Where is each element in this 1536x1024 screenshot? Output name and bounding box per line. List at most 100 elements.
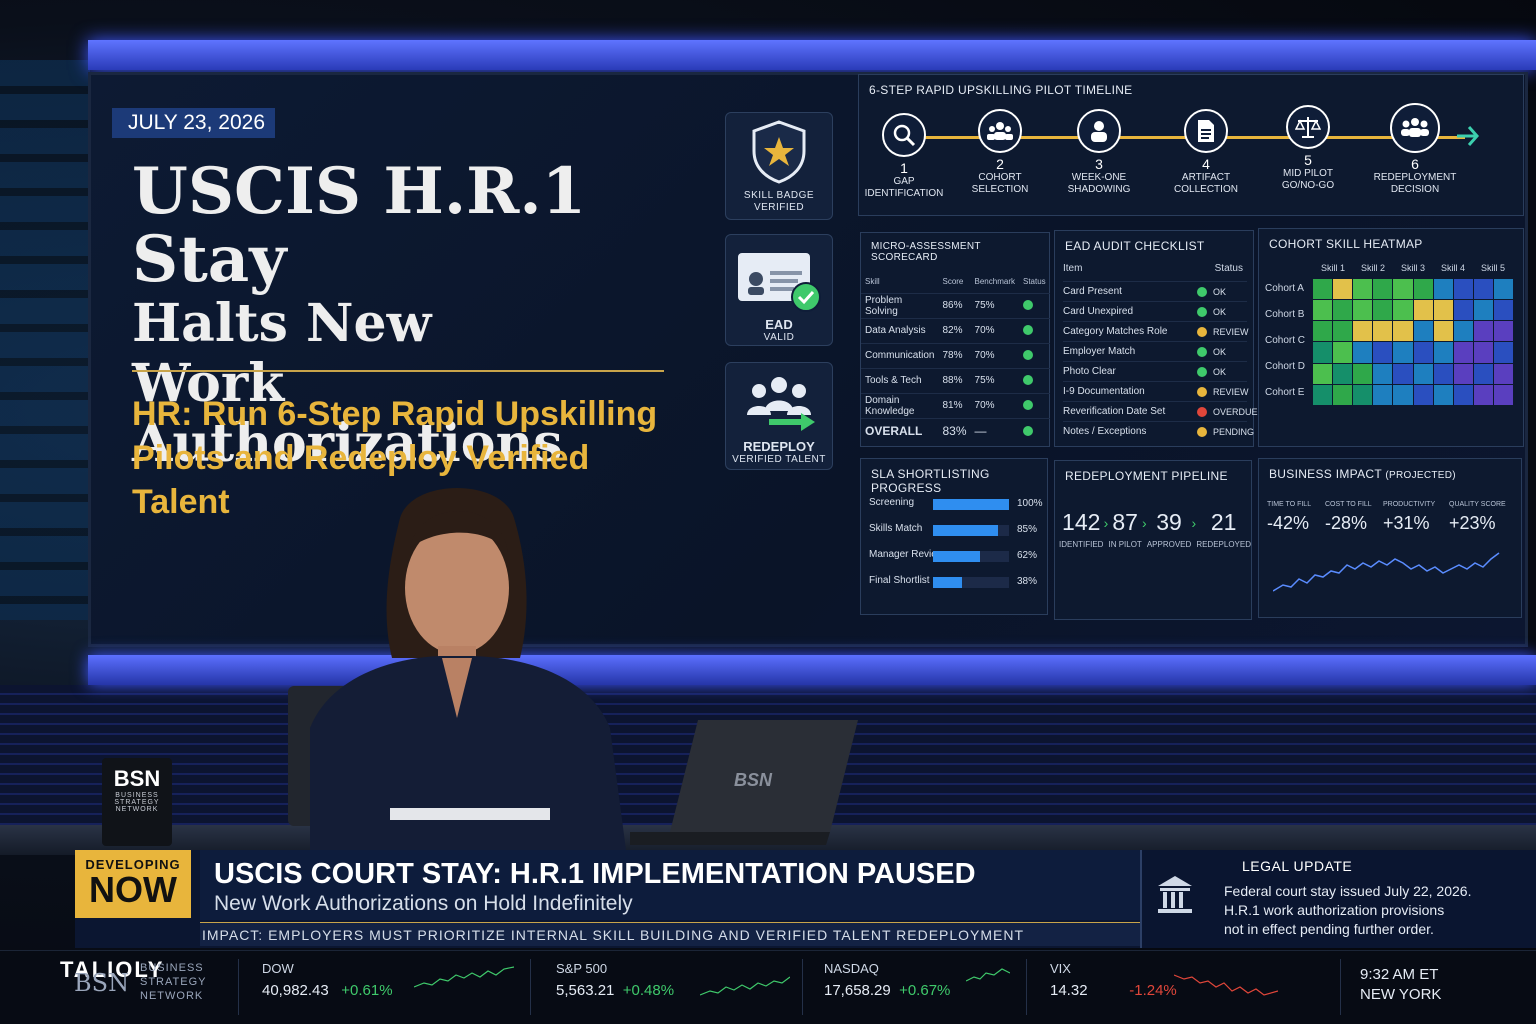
pipeline-panel: REDEPLOYMENT PIPELINE 142 IDENTIFIED › 87… <box>1054 460 1252 620</box>
impact-label: QUALITY SCORE <box>1449 501 1506 508</box>
status-icon <box>1197 306 1207 317</box>
divider <box>1026 959 1027 1015</box>
magnifier-icon <box>893 124 916 147</box>
heatmap-cell <box>1333 363 1353 384</box>
heatmap-cell <box>1453 321 1473 342</box>
table-row: Tools & Tech 88% 75% <box>861 367 1050 393</box>
pipeline-label: IDENTIFIED <box>1059 540 1104 549</box>
legal-body: Federal court stay issued July 22, 2026.… <box>1224 882 1471 939</box>
heatmap-cell <box>1393 300 1413 321</box>
table-row: Communication 78% 70% <box>861 342 1050 368</box>
heatmap-col-label: Skill 5 <box>1480 263 1505 273</box>
cell: Domain Knowledge <box>861 392 939 418</box>
impact-label: TIME TO FILL <box>1267 501 1312 508</box>
timeline-step-label: GAP <box>893 176 915 187</box>
timeline-step-num: 3 <box>1095 156 1103 172</box>
clock-time: 9:32 AM ET <box>1360 966 1439 983</box>
cell: 70% <box>970 392 1019 418</box>
ead-audit-row: Reverification Date Set OVERDUE <box>1063 401 1258 421</box>
heatmap-cell <box>1353 342 1373 363</box>
ead-audit-status: REVIEW <box>1213 326 1249 337</box>
heatmap-cell <box>1393 279 1413 300</box>
ead-audit-item: Employer Match <box>1063 346 1136 357</box>
heatmap-cell <box>1433 342 1453 363</box>
heatmap-cell <box>1353 300 1373 321</box>
heatmap-row-label: Cohort A <box>1265 283 1304 294</box>
pipeline-label: APPROVED <box>1146 540 1192 549</box>
impact-metric: QUALITY SCORE +23% <box>1449 501 1515 534</box>
heatmap-cell <box>1393 321 1413 342</box>
cell: 83% <box>938 417 971 443</box>
impact-text: IMPACT: EMPLOYERS MUST PRIORITIZE INTERN… <box>202 927 1025 943</box>
mug-line-2: STRATEGY <box>114 799 160 806</box>
impact-value: -28% <box>1325 513 1368 533</box>
impact-metric: COST TO FILL -28% <box>1325 501 1383 534</box>
market-change: +0.67% <box>899 982 951 999</box>
heatmap-cell <box>1453 279 1473 300</box>
date-badge: JULY 23, 2026 <box>112 108 275 138</box>
timeline-step-num: 1 <box>900 160 908 176</box>
market-value: 14.32 <box>1050 982 1088 999</box>
skill-badge-line-1: SKILL BADGE <box>743 190 815 201</box>
pipeline-stage: 39 APPROVED <box>1147 509 1191 549</box>
heatmap-title: COHORT SKILL HEATMAP <box>1269 237 1423 251</box>
business-impact-title: BUSINESS IMPACT <box>1269 467 1382 481</box>
timeline-step-label: IDENTIFICATION <box>864 188 944 199</box>
market-value: 17,658.29 <box>824 982 891 999</box>
heatmap-cell <box>1473 363 1493 384</box>
sla-percent: 100% <box>1017 498 1043 509</box>
ead-audit-item: Notes / Exceptions <box>1063 426 1147 437</box>
nasdaq-sparkline <box>966 968 1010 982</box>
sla-progress-fill <box>933 577 962 588</box>
heatmap-grid <box>1313 279 1513 405</box>
sla-label: Skills Match <box>869 523 923 534</box>
timeline-step-num: 6 <box>1411 156 1419 172</box>
ead-audit-status: OVERDUE <box>1213 406 1258 417</box>
clock: 9:32 AM ET NEW YORK <box>1360 965 1441 1005</box>
timeline-step-5: 5 MID PILOT GO/NO-GO <box>1258 105 1358 192</box>
coffee-mug: BSN BUSINESS STRATEGY NETWORK <box>102 758 172 846</box>
pipeline-label: IN PILOT <box>1108 540 1142 549</box>
market-value: 40,982.43 <box>262 982 329 999</box>
headline-line-1: USCIS H.R.1 Stay <box>132 154 587 297</box>
market-change: +0.48% <box>622 982 675 999</box>
heatmap-row-label: Cohort B <box>1265 309 1305 320</box>
market-name: DOW <box>262 961 294 976</box>
subhead-line-1: HR: Run 6-Step Rapid Upskilling <box>132 395 658 433</box>
market-name: NASDAQ <box>824 961 879 976</box>
heatmap-cell <box>1353 384 1373 405</box>
ead-audit-item: Card Unexpired <box>1063 306 1134 317</box>
skill-badge-card: SKILL BADGE VERIFIED <box>725 112 833 220</box>
shield-star-icon <box>752 120 806 184</box>
cell: Problem Solving <box>861 292 939 318</box>
sla-percent: 85% <box>1017 524 1038 535</box>
ead-audit-row: Card Unexpired OK <box>1063 301 1247 321</box>
timeline-title: 6-STEP RAPID UPSKILLING PILOT TIMELINE <box>869 83 1133 97</box>
cell: — <box>970 417 1019 443</box>
column-header: Skill <box>865 277 880 287</box>
laptop-logo: BSN <box>734 770 773 790</box>
ead-audit-rows: Card Present OK Card Unexpired OK Category M… <box>1063 281 1258 441</box>
sla-percent: 62% <box>1017 550 1038 561</box>
timeline-step-4: 4 ARTIFACT COLLECTION <box>1156 109 1256 196</box>
check-icon <box>1022 375 1033 386</box>
scorecard-title: MICRO-ASSESSMENT SCORECARD <box>871 241 981 263</box>
heatmap-col-label: Skill 2 <box>1360 263 1385 273</box>
skill-badge-line-2: VERIFIED <box>753 202 805 213</box>
heatmap-cell <box>1493 384 1513 405</box>
legal-update-box: LEGAL UPDATE Federal court stay issued J… <box>1140 850 1536 948</box>
heatmap-cell <box>1453 342 1473 363</box>
heatmap-cell <box>1433 300 1453 321</box>
heatmap-rows: Cohort A Cohort B Cohort C Cohort D Coho… <box>1265 283 1315 413</box>
timeline-step-label: MID PILOT <box>1282 168 1333 179</box>
timeline-step-2: 2 COHORT SELECTION <box>950 109 1050 196</box>
heatmap-cell <box>1393 342 1413 363</box>
sla-progress-fill <box>933 525 998 536</box>
network-name: BUSINESS STRATEGY NETWORK <box>140 961 206 1003</box>
team-arrow-icon <box>747 377 815 431</box>
pipeline-stages: 142 IDENTIFIED › 87 IN PILOT › 39 APPROVED … <box>1059 509 1251 549</box>
ead-audit-status: OK <box>1213 346 1227 357</box>
ead-audit-status: REVIEW <box>1213 386 1249 397</box>
scorecard-panel: MICRO-ASSESSMENT SCORECARD Skill Score B… <box>860 232 1050 447</box>
timeline-panel: 6-STEP RAPID UPSKILLING PILOT TIMELINE 1… <box>858 74 1524 216</box>
